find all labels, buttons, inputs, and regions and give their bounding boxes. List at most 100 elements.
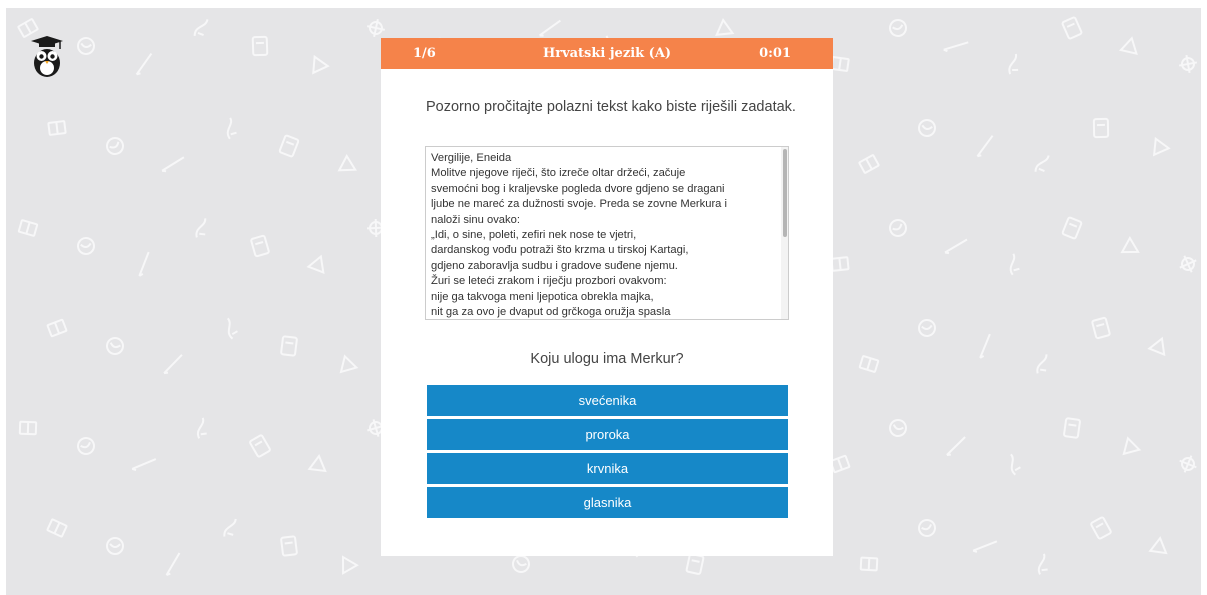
doodle-icon [1063,417,1081,439]
doodle-icon [539,19,561,37]
doodle-icon [17,18,39,38]
doodle-icon [859,556,879,572]
answer-button-3[interactable]: krvnika [427,453,788,484]
quiz-header: 1/6 Hrvatski jezik (A) 0:01 [381,38,833,69]
doodle-icon [135,52,153,76]
doodle-icon [46,518,68,538]
doodle-icon [1147,336,1166,357]
doodle-icon [226,117,237,140]
doodle-icon [165,552,181,576]
doodle-icon [341,555,359,575]
doodle-icon [77,437,95,455]
doodle-icon [889,19,907,37]
doodle-icon [306,254,325,275]
passage-line: Žuri se leteći zrakom i riječju prozbori… [431,275,667,288]
quiz-card: 1/6 Hrvatski jezik (A) 0:01 Pozorno proč… [381,38,833,556]
doodle-icon [138,251,150,277]
doodle-icon [829,454,851,474]
doodle-icon [18,420,38,436]
instruction-text: Pozorno pročitajte polazni tekst kako bi… [426,99,796,115]
doodle-icon [1179,455,1197,473]
passage-box[interactable]: Vergilije, Eneida Molitve njegove riječi,… [425,146,789,320]
doodle-icon [715,18,735,36]
passage-scrollbar[interactable] [781,147,788,319]
doodle-icon [830,256,850,272]
doodle-icon [685,553,705,575]
quiz-timer: 0:01 [759,46,791,61]
doodle-icon [106,137,124,155]
doodle-icon [979,333,991,359]
doodle-icon [77,237,95,255]
doodle-icon [1009,253,1020,276]
passage-line: Vergilije, Eneida [431,152,512,164]
doodle-icon [47,120,67,136]
passage-line: Molitve njegove riječi, što izreče oltar… [431,167,686,180]
doodle-icon [946,436,966,456]
doodle-icon [131,458,157,471]
passage-line: ljube ne mareć za dužnosti svoje. Preda … [431,198,727,211]
doodle-icon [918,319,936,337]
doodle-icon [307,454,327,473]
doodle-icon [1152,136,1171,157]
doodle-icon [223,518,237,537]
doodle-icon [1010,453,1021,476]
doodle-icon [1178,54,1198,74]
passage-line: gdjeno zaboravlja sudbu i gradove suđene… [431,259,678,272]
doodle-icon [163,354,183,375]
doodle-icon [77,37,95,55]
doodle-icon [889,219,907,237]
doodle-icon [280,535,298,557]
doodle-icon [337,153,357,172]
passage-text: Vergilije, Eneida Molitve njegove riječi,… [426,147,788,319]
doodle-icon [197,417,207,439]
doodle-icon [312,54,330,75]
doodle-icon [46,318,68,338]
doodle-icon [1118,36,1138,56]
doodle-icon [249,434,271,458]
passage-scroll-thumb[interactable] [783,149,787,237]
doodle-icon [1037,553,1048,575]
doodle-icon [195,218,207,238]
doodle-icon [972,540,998,553]
doodle-icon [1036,354,1048,374]
doodle-icon [1179,255,1197,273]
question-text: Koju ulogu ima Merkur? [530,351,684,367]
doodle-icon [1091,316,1111,340]
doodle-icon [1008,53,1019,75]
passage-line: nit ga za ovo je dvaput od grčkoga oružj… [431,306,671,319]
doodle-icon [944,238,968,255]
doodle-icon [976,135,994,158]
doodle-icon [830,56,850,72]
doodle-icon [366,18,386,38]
doodle-icon [1120,235,1140,254]
doodle-icon [1034,155,1050,172]
doodle-icon [339,354,359,374]
doodle-icon [858,154,880,174]
doodle-icon [1122,436,1142,456]
doodle-icon [1090,516,1112,540]
passage-line: svemoćni bog i kraljevske pogleda dvore … [431,182,725,195]
passage-line: naloži sinu ovako: [431,213,520,226]
doodle-icon [889,419,907,437]
doodle-icon [943,41,969,53]
doodle-icon [512,555,530,573]
doodle-icon [1061,216,1083,240]
answer-button-2[interactable]: proroka [427,419,788,450]
answer-button-4[interactable]: glasnika [427,487,788,518]
doodle-icon [918,119,936,137]
doodle-icon [17,219,39,237]
doodle-icon [106,337,124,355]
doodle-icon [193,19,209,37]
answer-list: svećenika proroka krvnika glasnika [427,385,788,521]
doodle-icon [918,519,936,537]
doodle-icon [1092,117,1110,139]
doodle-icon [278,134,300,158]
owl-logo-icon[interactable] [30,36,64,78]
doodle-icon [1148,536,1168,555]
passage-line: dardanskog vođu potraži što krzma u tirs… [431,244,689,257]
passage-line: „Idi, o sine, poleti, zefiri nek nose te… [431,229,637,242]
doodle-icon [161,156,185,173]
doodle-icon [1061,16,1083,40]
answer-button-1[interactable]: svećenika [427,385,788,416]
doodle-icon [251,35,269,57]
